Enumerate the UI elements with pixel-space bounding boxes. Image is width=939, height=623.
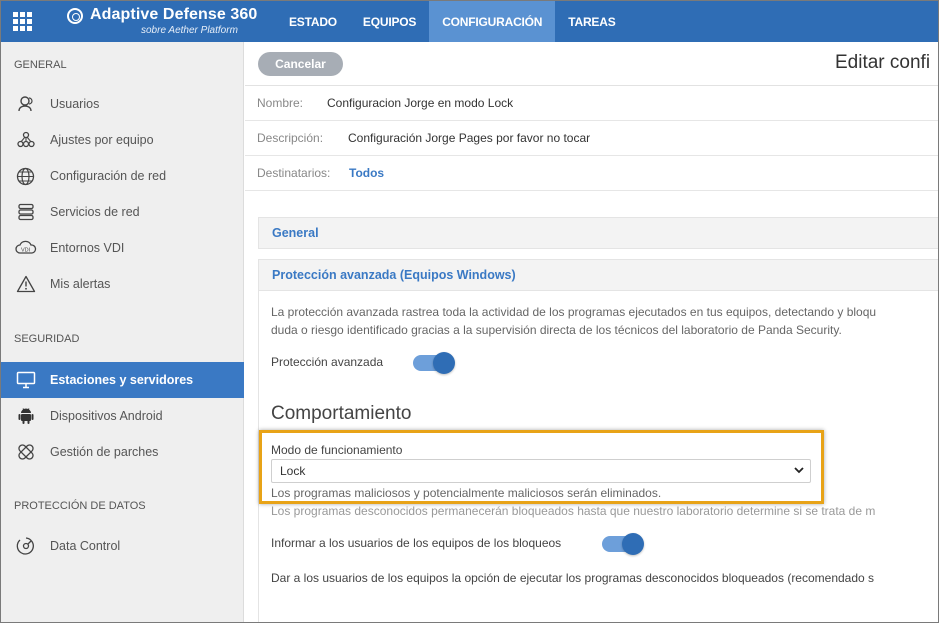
mode-select-value: Lock	[280, 464, 306, 478]
behavior-section-title: Comportamiento	[271, 403, 412, 424]
sidebar-item-data-control[interactable]: Data Control	[1, 528, 244, 564]
sidebar-item-label: Configuración de red	[50, 169, 167, 183]
description-value[interactable]: Configuración Jorge Pages por favor no t…	[348, 131, 590, 145]
app-title: Adaptive Defense 360	[90, 6, 258, 23]
sidebar-item-label: Entornos VDI	[50, 241, 125, 255]
sidebar-section-seguridad: SEGURIDAD	[14, 333, 80, 345]
advanced-protection-label: Protección avanzada	[271, 355, 384, 369]
allow-users-option-label: Dar a los usuarios de los equipos la opc…	[271, 571, 875, 585]
sidebar-item-ajustes-por-equipo[interactable]: Ajustes por equipo	[1, 122, 244, 158]
toggle-knob	[433, 352, 455, 374]
advanced-description-line1: La protección avanzada rastrea toda la a…	[271, 305, 877, 319]
users-icon	[1, 86, 50, 122]
apps-grid-icon[interactable]	[1, 1, 43, 42]
data-control-icon	[1, 528, 50, 564]
top-bar: Adaptive Defense 360 sobre Aether Platfo…	[1, 1, 938, 42]
tab-equipos[interactable]: EQUIPOS	[350, 1, 429, 42]
mode-select[interactable]: Lock	[271, 459, 811, 483]
name-field-row: Nombre: Configuracion Jorge en modo Lock	[245, 86, 938, 121]
mode-label: Modo de funcionamiento	[271, 443, 403, 457]
page-title: Editar confi	[835, 52, 931, 73]
tab-configuracion[interactable]: CONFIGURACIÓN	[429, 1, 556, 42]
advanced-description-line2: duda o riesgo identificado gracias a la …	[271, 323, 842, 337]
toolbar: Cancelar Editar confi	[245, 42, 938, 86]
sidebar-item-configuracion-de-red[interactable]: Configuración de red	[1, 158, 244, 194]
server-icon	[1, 194, 50, 230]
warning-icon	[1, 266, 50, 302]
name-value[interactable]: Configuracion Jorge en modo Lock	[327, 96, 513, 110]
recipients-link[interactable]: Todos	[349, 166, 384, 180]
description-field-row: Descripción: Configuración Jorge Pages p…	[245, 121, 938, 156]
network-nodes-icon	[1, 122, 50, 158]
sidebar-section-proteccion-de-datos: PROTECCIÓN DE DATOS	[14, 500, 146, 512]
panel-general-header[interactable]: General	[258, 217, 938, 249]
sidebar-item-mis-alertas[interactable]: Mis alertas	[1, 266, 244, 302]
sidebar-item-servicios-de-red[interactable]: Servicios de red	[1, 194, 244, 230]
name-label: Nombre:	[257, 96, 304, 110]
toggle-knob	[622, 533, 644, 555]
tab-estado[interactable]: ESTADO	[276, 1, 350, 42]
sidebar-item-label: Servicios de red	[50, 205, 140, 219]
app-window: Adaptive Defense 360 sobre Aether Platfo…	[0, 0, 939, 623]
main-nav: ESTADO EQUIPOS CONFIGURACIÓN TAREAS	[276, 1, 629, 42]
cancel-button[interactable]: Cancelar	[258, 52, 343, 76]
svg-text:VDI: VDI	[21, 248, 31, 254]
app-subtitle: sobre Aether Platform	[141, 25, 238, 36]
sidebar-item-entornos-vdi[interactable]: VDI Entornos VDI	[1, 230, 244, 266]
monitor-icon	[1, 362, 50, 398]
sidebar-item-label: Estaciones y servidores	[50, 373, 194, 387]
tab-tareas[interactable]: TAREAS	[555, 1, 628, 42]
advanced-protection-toggle[interactable]	[413, 352, 455, 374]
chevron-down-icon	[794, 464, 804, 478]
sidebar-item-label: Usuarios	[50, 97, 100, 111]
vdi-icon: VDI	[1, 230, 50, 266]
sidebar-item-label: Gestión de parches	[50, 445, 159, 459]
sidebar-section-general: GENERAL	[14, 59, 67, 71]
inform-users-label: Informar a los usuarios de los equipos d…	[271, 536, 562, 550]
patch-icon	[1, 434, 50, 470]
recipients-field-row: Destinatarios: Todos	[245, 156, 938, 191]
unknown-programs-description: Los programas desconocidos permanecerán …	[271, 504, 876, 518]
sidebar-item-label: Data Control	[50, 539, 121, 553]
sidebar-item-dispositivos-android[interactable]: Dispositivos Android	[1, 398, 244, 434]
android-icon	[1, 398, 50, 434]
mode-description: Los programas maliciosos y potencialment…	[271, 486, 662, 500]
sidebar: GENERAL Usuarios Ajustes por equipo Conf…	[1, 42, 244, 622]
sidebar-item-usuarios[interactable]: Usuarios	[1, 86, 244, 122]
sidebar-item-label: Mis alertas	[50, 277, 111, 291]
description-label: Descripción:	[257, 131, 324, 145]
inform-users-toggle[interactable]	[602, 533, 644, 555]
globe-icon	[1, 158, 50, 194]
sidebar-item-label: Dispositivos Android	[50, 409, 163, 423]
sidebar-item-label: Ajustes por equipo	[50, 133, 154, 147]
recipients-label: Destinatarios:	[257, 166, 331, 180]
brand-logo-icon	[67, 8, 83, 24]
sidebar-item-gestion-de-parches[interactable]: Gestión de parches	[1, 434, 244, 470]
sidebar-item-estaciones-y-servidores[interactable]: Estaciones y servidores	[1, 362, 244, 398]
